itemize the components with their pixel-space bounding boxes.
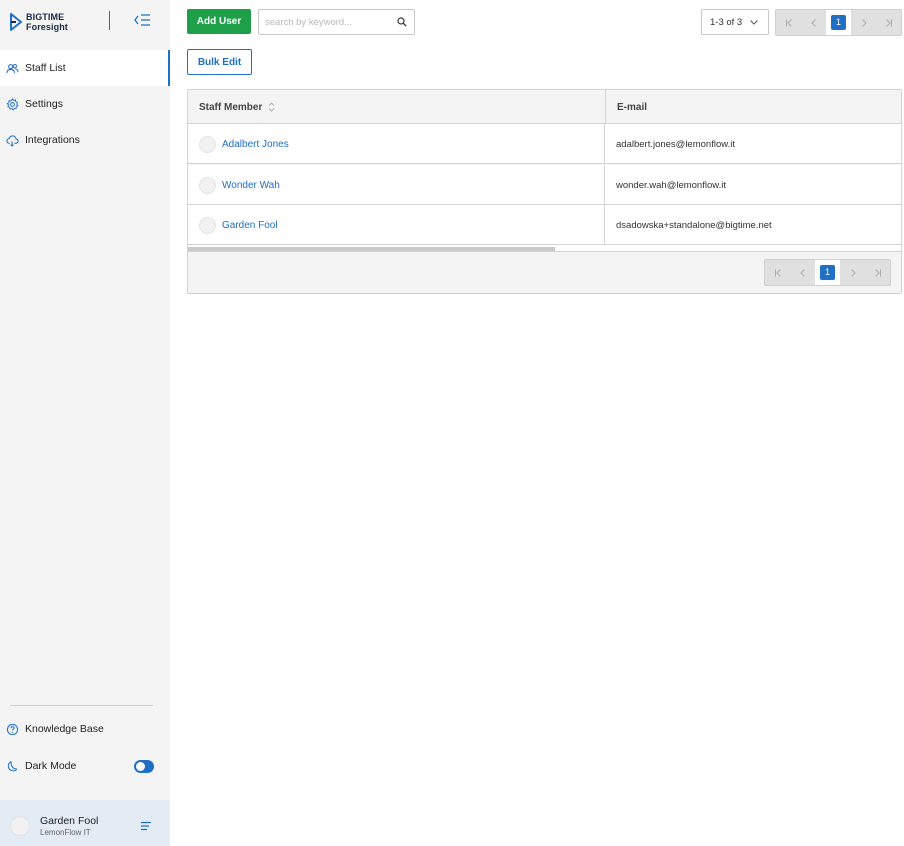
- sidebar-item-staff-list[interactable]: Staff List: [0, 50, 170, 86]
- sort-icon[interactable]: [268, 102, 275, 112]
- bigtime-logo-icon: [10, 13, 22, 31]
- prev-page-button[interactable]: [801, 10, 826, 35]
- table-row[interactable]: Garden Fool dsadowska+standalone@bigtime…: [188, 205, 901, 245]
- logo-divider: [109, 11, 110, 30]
- brand-line1: BIGTIME: [26, 12, 65, 22]
- sidebar-item-integrations[interactable]: Integrations: [0, 122, 170, 158]
- last-page-button[interactable]: [876, 10, 901, 35]
- search-icon[interactable]: [397, 17, 407, 27]
- user-organization: LemonFlow IT: [40, 828, 91, 837]
- brand-name: BIGTIME Foresight: [26, 12, 68, 32]
- current-page: 1: [831, 15, 846, 30]
- sidebar-item-settings[interactable]: Settings: [0, 86, 170, 122]
- first-page-button[interactable]: [765, 260, 790, 285]
- sidebar: BIGTIME Foresight Staff List Settings In…: [0, 0, 170, 846]
- add-user-button[interactable]: Add User: [187, 9, 251, 34]
- staff-member-link[interactable]: Garden Fool: [222, 220, 278, 231]
- last-page-icon: [885, 18, 892, 27]
- table-row[interactable]: Adalbert Jones adalbert.jones@lemonflow.…: [188, 124, 901, 164]
- sidebar-separator: [10, 705, 153, 706]
- brand-line2: Foresight: [26, 22, 68, 32]
- last-page-button[interactable]: [865, 260, 890, 285]
- table-row[interactable]: Wonder Wah wonder.wah@lemonflow.it: [188, 165, 901, 205]
- staff-member-cell: Wonder Wah: [188, 165, 604, 205]
- current-page: 1: [820, 265, 835, 280]
- sidebar-item-label: Staff List: [25, 62, 66, 74]
- horizontal-scrollbar[interactable]: [188, 245, 901, 252]
- prev-page-button[interactable]: [790, 260, 815, 285]
- bulk-edit-button[interactable]: Bulk Edit: [187, 49, 252, 75]
- column-header-staff-member[interactable]: Staff Member: [188, 90, 604, 124]
- email-cell: wonder.wah@lemonflow.it: [604, 165, 901, 205]
- search-box: [258, 9, 415, 35]
- staff-member-cell: Adalbert Jones: [188, 124, 604, 164]
- dark-mode-label: Dark Mode: [25, 760, 77, 772]
- staff-member-link[interactable]: Wonder Wah: [222, 180, 280, 191]
- page-range-select[interactable]: 1-3 of 3: [701, 9, 769, 35]
- help-circle-icon: [6, 723, 19, 735]
- user-menu-icon[interactable]: [140, 821, 152, 831]
- first-page-icon: [774, 268, 781, 277]
- staff-member-link[interactable]: Adalbert Jones: [222, 139, 289, 150]
- column-header-email[interactable]: E-mail: [605, 90, 901, 124]
- avatar: [199, 176, 216, 194]
- scrollbar-thumb[interactable]: [188, 247, 555, 251]
- staff-member-cell: Garden Fool: [188, 205, 604, 245]
- bottom-pagination: 1: [764, 259, 891, 286]
- next-page-button[interactable]: [851, 10, 876, 35]
- top-pagination: 1: [775, 9, 902, 36]
- chevron-left-icon: [810, 18, 816, 27]
- column-header-label: E-mail: [617, 101, 648, 113]
- moon-icon: [7, 760, 18, 771]
- users-icon: [6, 63, 19, 73]
- first-page-button[interactable]: [776, 10, 801, 35]
- knowledge-base-label: Knowledge Base: [25, 723, 104, 735]
- chevron-down-icon: [750, 20, 758, 25]
- email-cell: adalbert.jones@lemonflow.it: [604, 124, 901, 164]
- page-range-label: 1-3 of 3: [710, 17, 743, 28]
- column-header-label: Staff Member: [199, 101, 263, 113]
- avatar: [199, 135, 216, 153]
- avatar: [10, 816, 30, 836]
- sidebar-item-label: Settings: [25, 98, 63, 110]
- dark-mode-toggle[interactable]: [134, 760, 154, 773]
- chevron-left-icon: [799, 268, 805, 277]
- cloud-icon: [6, 134, 19, 147]
- email-cell: dsadowska+standalone@bigtime.net: [604, 205, 901, 245]
- page-number-button[interactable]: 1: [826, 10, 851, 35]
- table-header: Staff Member E-mail: [188, 90, 901, 124]
- sidebar-item-knowledge-base[interactable]: Knowledge Base: [0, 711, 170, 747]
- sidebar-item-label: Integrations: [25, 134, 80, 146]
- first-page-icon: [785, 18, 792, 27]
- next-page-button[interactable]: [840, 260, 865, 285]
- avatar: [199, 216, 216, 234]
- staff-table: Staff Member E-mail Adalbert Jones adalb…: [187, 89, 902, 294]
- user-name: Garden Fool: [40, 815, 99, 827]
- chevron-right-icon: [861, 18, 867, 27]
- last-page-icon: [874, 268, 881, 277]
- brand-logo[interactable]: BIGTIME Foresight: [9, 12, 68, 32]
- collapse-sidebar-icon[interactable]: [133, 13, 151, 27]
- gear-icon: [6, 97, 19, 111]
- chevron-right-icon: [850, 268, 856, 277]
- search-input[interactable]: [265, 15, 393, 29]
- page-number-button[interactable]: 1: [815, 260, 840, 285]
